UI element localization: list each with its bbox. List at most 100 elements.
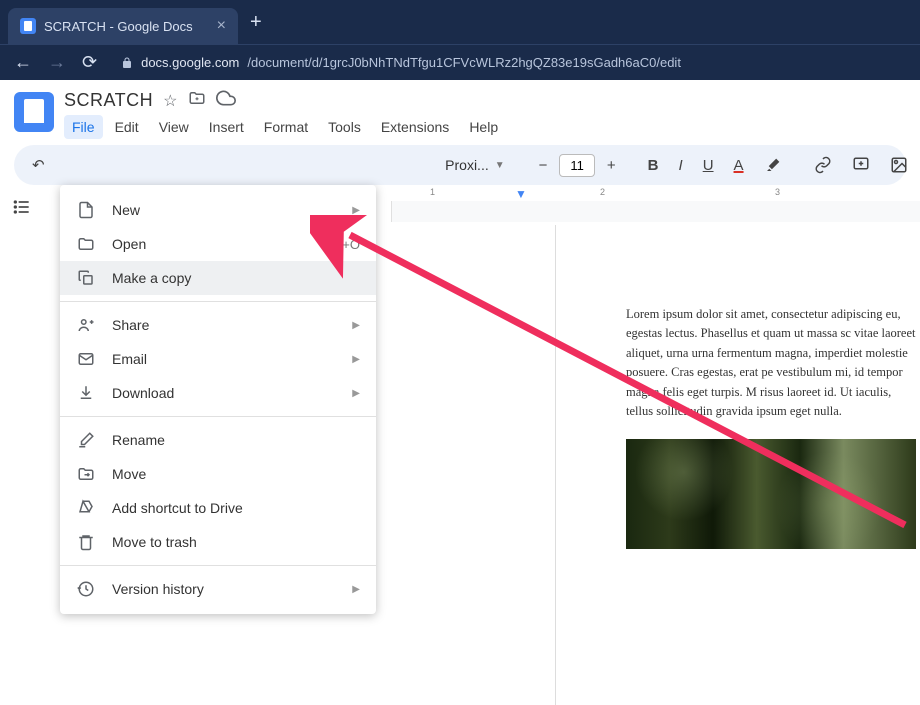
highlight-button[interactable]: [756, 150, 790, 180]
file-menu-dropdown: New ▶ Open Ctrl+O Make a copy Share ▶ Em…: [60, 185, 376, 614]
lock-icon: [121, 57, 133, 69]
menu-view[interactable]: View: [151, 115, 197, 139]
back-button[interactable]: ←: [14, 52, 32, 73]
ruler-indent-marker[interactable]: ▼: [515, 187, 527, 201]
menu-label: Open: [112, 236, 146, 252]
chevron-right-icon: ▶: [352, 320, 360, 331]
italic-button[interactable]: I: [671, 151, 691, 180]
menu-format[interactable]: Format: [256, 115, 316, 139]
menu-extensions[interactable]: Extensions: [373, 115, 457, 139]
undo-button[interactable]: ↶: [24, 150, 53, 180]
chevron-right-icon: ▶: [352, 584, 360, 595]
menu-email[interactable]: Email ▶: [60, 342, 376, 376]
menu-label: Rename: [112, 432, 165, 448]
menu-shortcut: Ctrl+O: [322, 237, 360, 252]
url-host: docs.google.com: [141, 55, 239, 70]
document-embedded-image[interactable]: [626, 439, 916, 549]
document-title[interactable]: SCRATCH: [64, 90, 153, 111]
trash-icon: [76, 533, 96, 551]
menu-download[interactable]: Download ▶: [60, 376, 376, 410]
browser-tab[interactable]: SCRATCH - Google Docs ×: [8, 8, 238, 44]
canvas-background: [392, 201, 920, 222]
menu-tools[interactable]: Tools: [320, 115, 369, 139]
ruler-tick: 3: [775, 187, 780, 197]
chevron-right-icon: ▶: [352, 354, 360, 365]
font-name: Proxi...: [445, 157, 489, 173]
cloud-status-icon[interactable]: [216, 88, 236, 113]
menu-move-trash[interactable]: Move to trash: [60, 525, 376, 559]
menu-move[interactable]: Move: [60, 457, 376, 491]
menu-label: Download: [112, 385, 174, 401]
text-color-button[interactable]: A: [726, 151, 752, 180]
underline-button[interactable]: U: [695, 151, 722, 180]
url-bar[interactable]: docs.google.com/document/d/1grcJ0bNhTNdT…: [113, 55, 906, 70]
outline-icon[interactable]: [12, 197, 32, 222]
vertical-ruler[interactable]: [376, 201, 392, 222]
bold-button[interactable]: B: [640, 151, 667, 180]
menu-rename[interactable]: Rename: [60, 423, 376, 457]
copy-icon: [76, 269, 96, 287]
insert-link-button[interactable]: [806, 150, 840, 180]
menu-label: Move: [112, 466, 146, 482]
menu-label: Version history: [112, 581, 204, 597]
document-page[interactable]: Lorem ipsum dolor sit amet, consectetur …: [555, 225, 920, 705]
share-icon: [76, 316, 96, 334]
menu-label: New: [112, 202, 140, 218]
download-icon: [76, 384, 96, 402]
menu-new[interactable]: New ▶: [60, 193, 376, 227]
menu-edit[interactable]: Edit: [107, 115, 147, 139]
docs-logo-icon[interactable]: [14, 92, 54, 132]
ruler-tick: 1: [430, 187, 435, 197]
menu-divider: [60, 565, 376, 566]
docs-header: SCRATCH ☆ File Edit View Insert Format T…: [0, 80, 920, 139]
menu-help[interactable]: Help: [461, 115, 506, 139]
menu-label: Make a copy: [112, 270, 191, 286]
menu-label: Add shortcut to Drive: [112, 500, 243, 516]
menu-add-shortcut[interactable]: Add shortcut to Drive: [60, 491, 376, 525]
docs-favicon-icon: [20, 18, 36, 34]
chevron-right-icon: ▶: [352, 388, 360, 399]
main-area: New ▶ Open Ctrl+O Make a copy Share ▶ Em…: [0, 185, 920, 222]
menu-make-copy[interactable]: Make a copy: [60, 261, 376, 295]
menu-insert[interactable]: Insert: [201, 115, 252, 139]
menu-share[interactable]: Share ▶: [60, 308, 376, 342]
close-tab-icon[interactable]: ×: [217, 17, 226, 35]
tab-title: SCRATCH - Google Docs: [44, 19, 193, 34]
history-icon: [76, 580, 96, 598]
left-sidebar: [0, 185, 44, 222]
font-selector[interactable]: Proxi... ▼: [435, 153, 514, 177]
url-path: /document/d/1grcJ0bNhTNdTfgu1CFVcWLRz2hg…: [247, 55, 681, 70]
star-icon[interactable]: ☆: [163, 91, 177, 111]
file-icon: [76, 201, 96, 219]
move-folder-icon[interactable]: [188, 89, 206, 112]
document-body-text[interactable]: Lorem ipsum dolor sit amet, consectetur …: [626, 305, 920, 421]
browser-tab-strip: SCRATCH - Google Docs × +: [0, 0, 920, 44]
font-size-input[interactable]: 11: [559, 154, 595, 177]
decrease-font-button[interactable]: −: [531, 151, 556, 180]
menu-bar: File Edit View Insert Format Tools Exten…: [64, 115, 906, 139]
new-tab-button[interactable]: +: [250, 11, 262, 34]
move-icon: [76, 465, 96, 483]
email-icon: [76, 350, 96, 368]
increase-font-button[interactable]: +: [599, 151, 624, 180]
folder-icon: [76, 235, 96, 253]
menu-divider: [60, 301, 376, 302]
reload-button[interactable]: ⟳: [82, 52, 97, 73]
toolbar: ↶ ↷ Proxi... ▼ − 11 + B I U A ▾: [14, 145, 906, 185]
chevron-down-icon: ▼: [495, 160, 505, 171]
browser-nav-bar: ← → ⟳ docs.google.com/document/d/1grcJ0b…: [0, 44, 920, 80]
menu-divider: [60, 416, 376, 417]
menu-label: Move to trash: [112, 534, 197, 550]
add-comment-button[interactable]: [844, 150, 878, 180]
menu-label: Share: [112, 317, 149, 333]
ruler-tick: 2: [600, 187, 605, 197]
chevron-right-icon: ▶: [352, 205, 360, 216]
insert-image-button[interactable]: [882, 150, 916, 180]
menu-open[interactable]: Open Ctrl+O: [60, 227, 376, 261]
menu-label: Email: [112, 351, 147, 367]
menu-version-history[interactable]: Version history ▶: [60, 572, 376, 606]
rename-icon: [76, 431, 96, 449]
menu-file[interactable]: File: [64, 115, 103, 139]
forward-button[interactable]: →: [48, 52, 66, 73]
drive-icon: [76, 499, 96, 517]
